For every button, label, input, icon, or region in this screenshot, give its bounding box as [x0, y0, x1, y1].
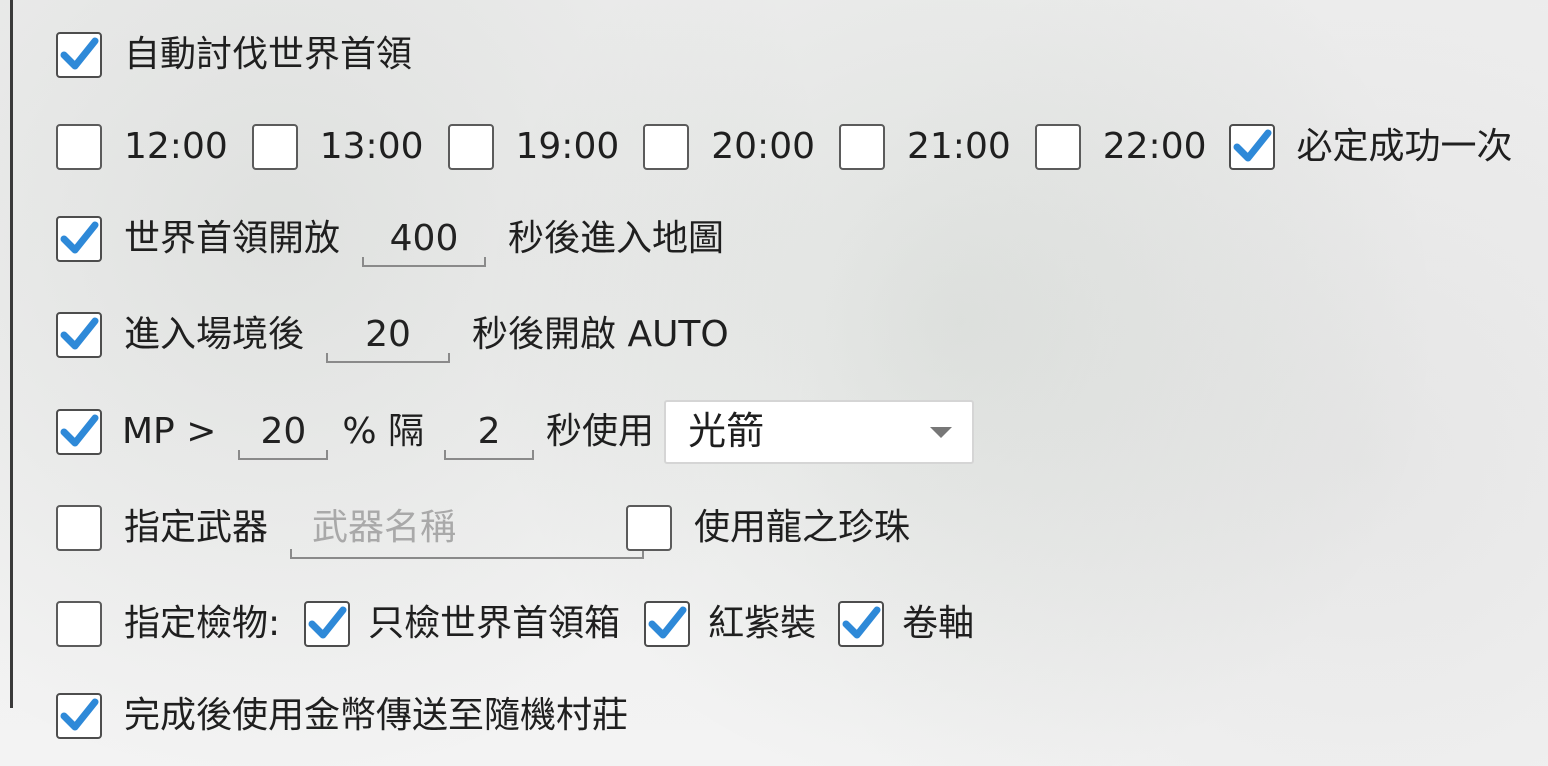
must-succeed-label: 必定成功一次 [1296, 126, 1513, 167]
teleport-checkbox[interactable] [56, 693, 102, 739]
enter-scene-suffix: 秒後開啟 AUTO [472, 314, 729, 355]
row-times: 12:00 13:00 19:00 20:00 21:00 22:00 必定成功… [56, 115, 1513, 179]
time-label-1200: 12:00 [124, 126, 228, 167]
loot-red-purple-checkbox[interactable] [644, 601, 691, 647]
row-boss-open: 世界首領開放 400 秒後進入地圖 [56, 207, 724, 271]
time-checkbox-1900[interactable] [447, 124, 494, 170]
time-label-2200: 22:00 [1102, 126, 1207, 167]
row-loot: 指定檢物: 只檢世界首領箱 紅紫裝 卷軸 [56, 592, 974, 656]
loot-red-purple-label: 紅紫裝 [708, 603, 817, 644]
time-label-1300: 13:00 [319, 126, 424, 167]
must-succeed-checkbox[interactable] [1228, 124, 1275, 170]
mp-checkbox[interactable] [56, 409, 102, 455]
row-teleport: 完成後使用金幣傳送至隨機村莊 [56, 684, 628, 748]
time-checkbox-2200[interactable] [1034, 124, 1081, 170]
skill-select-value: 光箭 [688, 409, 765, 453]
checkmark-icon [648, 606, 687, 639]
mp-percent-label: % 隔 [342, 411, 425, 452]
boss-open-label: 世界首領開放 [124, 218, 341, 259]
enter-scene-label: 進入場境後 [124, 314, 305, 355]
left-divider [10, 0, 13, 708]
time-checkbox-2100[interactable] [839, 124, 885, 170]
loot-scroll-label: 卷軸 [902, 603, 975, 644]
boss-open-checkbox[interactable] [56, 216, 102, 262]
checkmark-icon [1233, 129, 1271, 162]
time-label-2100: 21:00 [907, 126, 1011, 167]
mp-percent-input[interactable]: 20 [238, 404, 329, 460]
enter-scene-seconds-input[interactable]: 20 [326, 307, 451, 363]
loot-boss-box-label: 只檢世界首領箱 [368, 603, 621, 644]
row-auto-boss: 自動討伐世界首領 [56, 23, 412, 87]
skill-select[interactable]: 光箭 [664, 400, 975, 464]
checkmark-icon [60, 37, 99, 70]
mp-label: MP > [122, 411, 217, 452]
time-checkbox-2000[interactable] [643, 124, 690, 170]
time-label-1900: 19:00 [515, 126, 620, 167]
dragon-pearl-label: 使用龍之珍珠 [694, 507, 911, 548]
mp-interval-input[interactable]: 2 [444, 404, 535, 460]
enter-scene-checkbox[interactable] [56, 312, 102, 358]
checkmark-icon [60, 414, 99, 447]
auto-boss-label: 自動討伐世界首領 [124, 34, 413, 75]
loot-scroll-checkbox[interactable] [838, 601, 885, 647]
loot-label: 指定檢物: [124, 603, 281, 644]
loot-boss-box-checkbox[interactable] [304, 601, 351, 647]
checkmark-icon [308, 606, 347, 639]
dropdown-arrow-icon [930, 427, 953, 438]
boss-open-suffix: 秒後進入地圖 [508, 218, 725, 259]
boss-open-seconds-input[interactable]: 400 [362, 211, 487, 267]
checkmark-icon [842, 606, 881, 639]
time-label-2000: 20:00 [711, 126, 815, 167]
checkmark-icon [60, 698, 99, 731]
time-checkbox-1200[interactable] [56, 124, 102, 170]
weapon-label: 指定武器 [124, 507, 269, 548]
time-checkbox-1300[interactable] [251, 124, 298, 170]
auto-boss-checkbox[interactable] [56, 32, 102, 78]
row-mp: MP > 20 % 隔 2 秒使用 光箭 [56, 400, 975, 464]
mp-interval-label: 秒使用 [546, 411, 655, 452]
checkmark-icon [60, 221, 99, 254]
row-weapon: 指定武器 武器名稱 使用龍之珍珠 [56, 496, 910, 560]
dragon-pearl-checkbox[interactable] [626, 505, 673, 551]
weapon-checkbox[interactable] [56, 505, 102, 551]
loot-checkbox[interactable] [56, 601, 102, 647]
checkmark-icon [60, 317, 99, 350]
weapon-name-input[interactable]: 武器名稱 [290, 497, 645, 559]
row-enter-scene: 進入場境後 20 秒後開啟 AUTO [56, 303, 729, 367]
teleport-label: 完成後使用金幣傳送至隨機村莊 [124, 695, 629, 736]
